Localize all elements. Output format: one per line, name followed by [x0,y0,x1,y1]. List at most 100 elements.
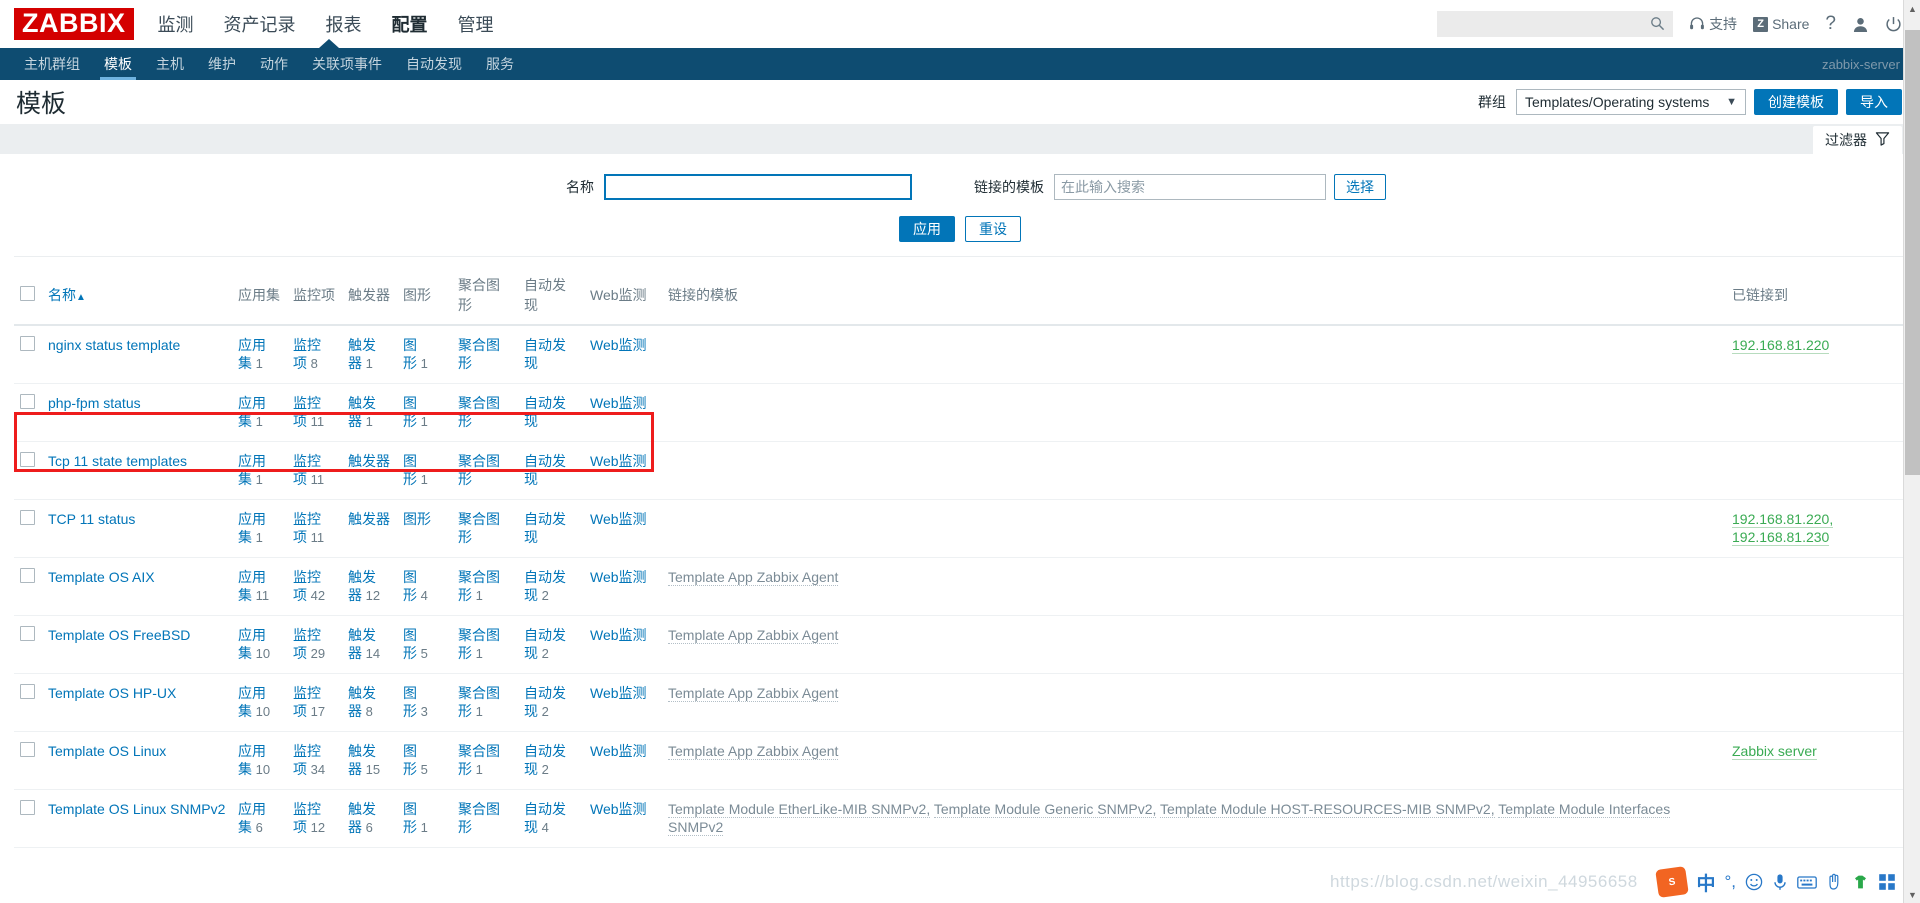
linked-template-link[interactable]: Template Module EtherLike-MIB SNMPv2, [668,801,931,818]
linked-template-link[interactable]: Template Module Generic SNMPv2, [933,801,1157,818]
discovery-cell[interactable]: 自动发现 4 [518,789,584,848]
screens-cell-link[interactable]: 聚合图形 [458,801,500,835]
items-cell[interactable]: 监控项 11 [287,383,342,442]
template-name-link[interactable]: php-fpm status [48,395,141,411]
triggers-cell-link[interactable]: 触发器 [348,511,390,527]
screens-cell[interactable]: 聚合图形 [452,441,518,500]
discovery-cell[interactable]: 自动发现 [518,325,584,384]
web-link[interactable]: Web监测 [590,801,647,817]
linked-template-link[interactable]: Template App Zabbix Agent [668,569,839,586]
page-scrollbar[interactable]: ▲ ▼ [1903,0,1920,903]
applications-cell[interactable]: 应用集 10 [232,731,287,790]
triggers-cell[interactable]: 触发器 1 [342,325,397,384]
column-header-screens[interactable]: 聚合图形 [452,267,518,326]
web-link[interactable]: Web监测 [590,511,647,527]
discovery-cell[interactable]: 自动发现 2 [518,557,584,616]
column-header-name[interactable]: 名称▲ [42,267,232,326]
discovery-cell[interactable]: 自动发现 2 [518,731,584,790]
template-name-link[interactable]: Template OS FreeBSD [48,627,190,643]
linked-host-link[interactable]: 192.168.81.220, [1732,511,1834,528]
linked-template-link[interactable]: Template App Zabbix Agent [668,743,839,760]
row-checkbox[interactable] [20,626,35,641]
power-signout-icon[interactable] [1885,16,1902,33]
applications-cell[interactable]: 应用集 1 [232,441,287,500]
template-name-link[interactable]: Template OS Linux SNMPv2 [48,801,225,817]
graphs-cell[interactable]: 图形 4 [397,557,452,616]
web-cell[interactable]: Web监测 [584,615,662,674]
filter-reset-button[interactable]: 重设 [965,216,1021,242]
screens-cell[interactable]: 聚合图形 1 [452,557,518,616]
scrollbar-arrow-up[interactable]: ▲ [1904,0,1920,17]
web-cell[interactable]: Web监测 [584,441,662,500]
linked-template-link[interactable]: Template App Zabbix Agent [668,627,839,644]
ime-punctuation-toggle[interactable]: °, [1724,872,1736,892]
web-link[interactable]: Web监测 [590,337,647,353]
user-profile-icon[interactable] [1852,16,1869,33]
subnav-item-services[interactable]: 服务 [474,48,526,80]
applications-cell[interactable]: 应用集 10 [232,673,287,732]
web-cell[interactable]: Web监测 [584,325,662,384]
zabbix-logo[interactable]: ZABBIX [14,8,134,40]
screens-cell-link[interactable]: 聚合图形 [458,511,500,545]
filter-linked-template-input[interactable] [1054,174,1326,200]
ime-language-mode[interactable]: 中 [1696,869,1715,896]
select-all-checkbox[interactable] [20,286,35,301]
search-icon[interactable] [1650,16,1665,35]
linked-template-link[interactable]: Template App Zabbix Agent [668,685,839,702]
row-checkbox[interactable] [20,800,35,815]
ime-toolbox-icon[interactable] [1878,873,1896,891]
screens-cell[interactable]: 聚合图形 1 [452,731,518,790]
graphs-cell-link[interactable]: 图形 [403,395,417,429]
nav-item-monitoring[interactable]: 监测 [156,5,196,43]
triggers-cell[interactable]: 触发器 [342,441,397,500]
row-checkbox[interactable] [20,394,35,409]
subnav-item-discovery[interactable]: 自动发现 [394,48,474,80]
triggers-cell[interactable]: 触发器 14 [342,615,397,674]
discovery-cell[interactable]: 自动发现 2 [518,615,584,674]
template-name-link[interactable]: Template OS Linux [48,743,166,759]
template-name-link[interactable]: nginx status template [48,337,180,353]
subnav-item-templates[interactable]: 模板 [92,48,144,80]
graphs-cell-link[interactable]: 图形 [403,743,417,777]
triggers-cell[interactable]: 触发器 12 [342,557,397,616]
ime-hand-tool-icon[interactable] [1826,873,1843,891]
web-cell[interactable]: Web监测 [584,731,662,790]
row-checkbox[interactable] [20,452,35,467]
graphs-cell-link[interactable]: 图形 [403,685,417,719]
linked-host-link[interactable]: Zabbix server [1732,743,1817,760]
applications-cell[interactable]: 应用集 10 [232,615,287,674]
subnav-item-maintenance[interactable]: 维护 [196,48,248,80]
subnav-item-host-groups[interactable]: 主机群组 [12,48,92,80]
screens-cell-link[interactable]: 聚合图形 [458,337,500,371]
sogou-logo-icon[interactable]: S [1655,866,1690,898]
column-header-web[interactable]: Web监测 [584,267,662,326]
share-link[interactable]: Z Share [1753,16,1809,32]
discovery-cell-link[interactable]: 自动发现 [524,395,566,429]
column-header-graphs[interactable]: 图形 [397,267,452,326]
web-cell[interactable]: Web监测 [584,789,662,848]
column-header-items[interactable]: 监控项 [287,267,342,326]
column-header-triggers[interactable]: 触发器 [342,267,397,326]
items-cell[interactable]: 监控项 11 [287,499,342,558]
subnav-item-hosts[interactable]: 主机 [144,48,196,80]
ime-keyboard-icon[interactable] [1797,875,1817,890]
web-link[interactable]: Web监测 [590,627,647,643]
web-cell[interactable]: Web监测 [584,383,662,442]
create-template-button[interactable]: 创建模板 [1754,89,1838,115]
discovery-cell-link[interactable]: 自动发现 [524,453,566,487]
discovery-cell[interactable]: 自动发现 [518,383,584,442]
ime-emoji-icon[interactable] [1745,873,1763,891]
row-checkbox[interactable] [20,684,35,699]
graphs-cell-link[interactable]: 图形 [403,337,417,371]
triggers-cell[interactable]: 触发器 8 [342,673,397,732]
column-header-discovery[interactable]: 自动发现 [518,267,584,326]
screens-cell[interactable]: 聚合图形 [452,383,518,442]
screens-cell[interactable]: 聚合图形 [452,499,518,558]
triggers-cell[interactable]: 触发器 [342,499,397,558]
items-cell[interactable]: 监控项 11 [287,441,342,500]
applications-cell[interactable]: 应用集 1 [232,499,287,558]
graphs-cell-link[interactable]: 图形 [403,569,417,603]
web-link[interactable]: Web监测 [590,743,647,759]
support-link[interactable]: 支持 [1689,14,1737,34]
template-name-link[interactable]: Template OS AIX [48,569,155,585]
